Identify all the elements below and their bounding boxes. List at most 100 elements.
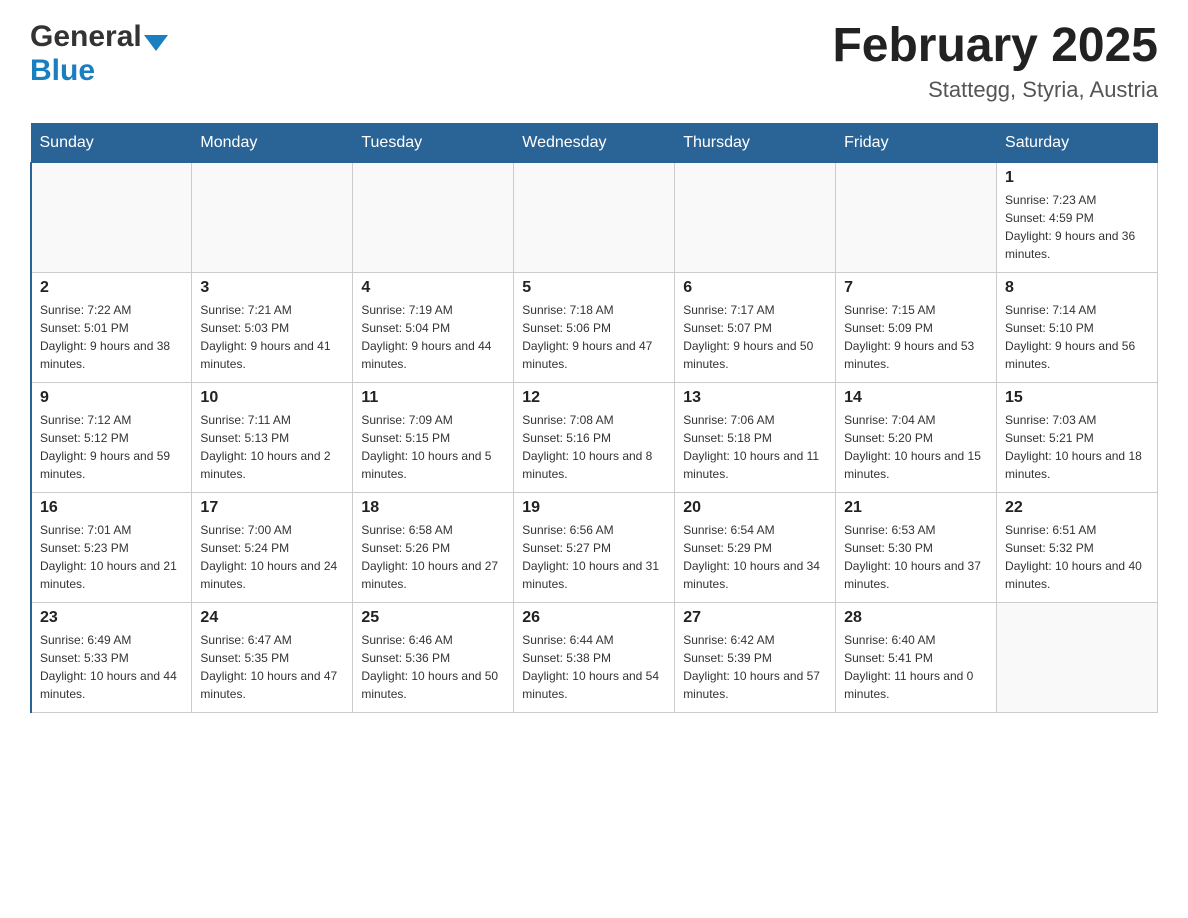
calendar-day-cell: 1 Sunrise: 7:23 AMSunset: 4:59 PMDaylight…	[997, 162, 1158, 272]
calendar-day-cell: 11Sunrise: 7:09 AMSunset: 5:15 PMDayligh…	[353, 382, 514, 492]
day-info: Sunrise: 7:03 AMSunset: 5:21 PMDaylight:…	[1005, 411, 1149, 483]
page-header: General Blue February 2025 Stattegg, Sty…	[30, 20, 1158, 103]
day-number: 27	[683, 609, 827, 627]
day-info: Sunrise: 6:40 AMSunset: 5:41 PMDaylight:…	[844, 631, 988, 703]
calendar-week-row: 1 Sunrise: 7:23 AMSunset: 4:59 PMDaylight…	[31, 162, 1158, 272]
calendar-week-row: 23Sunrise: 6:49 AMSunset: 5:33 PMDayligh…	[31, 602, 1158, 712]
day-number: 15	[1005, 389, 1149, 407]
day-info: Sunrise: 6:47 AMSunset: 5:35 PMDaylight:…	[200, 631, 344, 703]
day-number: 18	[361, 499, 505, 517]
calendar-day-cell: 8 Sunrise: 7:14 AMSunset: 5:10 PMDaylight…	[997, 272, 1158, 382]
calendar-day-cell: 5 Sunrise: 7:18 AMSunset: 5:06 PMDaylight…	[514, 272, 675, 382]
day-info: Sunrise: 7:00 AMSunset: 5:24 PMDaylight:…	[200, 521, 344, 593]
calendar-body: 1 Sunrise: 7:23 AMSunset: 4:59 PMDaylight…	[31, 162, 1158, 712]
day-number: 24	[200, 609, 344, 627]
calendar-day-cell: 18Sunrise: 6:58 AMSunset: 5:26 PMDayligh…	[353, 492, 514, 602]
calendar-day-cell: 22Sunrise: 6:51 AMSunset: 5:32 PMDayligh…	[997, 492, 1158, 602]
day-number: 16	[40, 499, 183, 517]
day-info: Sunrise: 6:56 AMSunset: 5:27 PMDaylight:…	[522, 521, 666, 593]
day-number: 14	[844, 389, 988, 407]
calendar-day-cell: 9 Sunrise: 7:12 AMSunset: 5:12 PMDaylight…	[31, 382, 192, 492]
logo-triangle-icon	[144, 35, 168, 51]
calendar-day-cell: 13 Sunrise: 7:06 AMSunset: 5:18 PMDayligh…	[675, 382, 836, 492]
calendar-day-cell: 6 Sunrise: 7:17 AMSunset: 5:07 PMDaylight…	[675, 272, 836, 382]
day-number: 9	[40, 389, 183, 407]
calendar-week-row: 2 Sunrise: 7:22 AMSunset: 5:01 PMDaylight…	[31, 272, 1158, 382]
weekday-header-tuesday: Tuesday	[353, 123, 514, 162]
day-info: Sunrise: 7:22 AMSunset: 5:01 PMDaylight:…	[40, 301, 183, 373]
calendar-day-cell: 27 Sunrise: 6:42 AMSunset: 5:39 PMDayligh…	[675, 602, 836, 712]
day-number: 17	[200, 499, 344, 517]
calendar-day-cell: 16 Sunrise: 7:01 AMSunset: 5:23 PMDayligh…	[31, 492, 192, 602]
calendar-day-cell: 15 Sunrise: 7:03 AMSunset: 5:21 PMDayligh…	[997, 382, 1158, 492]
day-number: 8	[1005, 279, 1149, 297]
day-info: Sunrise: 7:06 AMSunset: 5:18 PMDaylight:…	[683, 411, 827, 483]
calendar-day-cell: 7 Sunrise: 7:15 AMSunset: 5:09 PMDaylight…	[836, 272, 997, 382]
calendar-day-cell	[997, 602, 1158, 712]
day-number: 20	[683, 499, 827, 517]
day-info: Sunrise: 7:19 AMSunset: 5:04 PMDaylight:…	[361, 301, 505, 373]
calendar-header: SundayMondayTuesdayWednesdayThursdayFrid…	[31, 123, 1158, 162]
calendar-day-cell: 4 Sunrise: 7:19 AMSunset: 5:04 PMDaylight…	[353, 272, 514, 382]
day-info: Sunrise: 7:14 AMSunset: 5:10 PMDaylight:…	[1005, 301, 1149, 373]
calendar-day-cell	[31, 162, 192, 272]
weekday-header-monday: Monday	[192, 123, 353, 162]
calendar-day-cell: 10Sunrise: 7:11 AMSunset: 5:13 PMDayligh…	[192, 382, 353, 492]
calendar-day-cell: 21Sunrise: 6:53 AMSunset: 5:30 PMDayligh…	[836, 492, 997, 602]
calendar-day-cell: 20 Sunrise: 6:54 AMSunset: 5:29 PMDayligh…	[675, 492, 836, 602]
calendar-day-cell	[514, 162, 675, 272]
weekday-header-friday: Friday	[836, 123, 997, 162]
calendar-day-cell: 19Sunrise: 6:56 AMSunset: 5:27 PMDayligh…	[514, 492, 675, 602]
month-title: February 2025	[832, 20, 1158, 73]
day-number: 23	[40, 609, 183, 627]
day-info: Sunrise: 7:08 AMSunset: 5:16 PMDaylight:…	[522, 411, 666, 483]
calendar-day-cell: 17 Sunrise: 7:00 AMSunset: 5:24 PMDayligh…	[192, 492, 353, 602]
calendar-week-row: 9 Sunrise: 7:12 AMSunset: 5:12 PMDaylight…	[31, 382, 1158, 492]
day-number: 13	[683, 389, 827, 407]
day-number: 3	[200, 279, 344, 297]
location-title: Stattegg, Styria, Austria	[832, 77, 1158, 103]
day-number: 6	[683, 279, 827, 297]
day-number: 7	[844, 279, 988, 297]
weekday-header-wednesday: Wednesday	[514, 123, 675, 162]
calendar-day-cell: 2 Sunrise: 7:22 AMSunset: 5:01 PMDaylight…	[31, 272, 192, 382]
logo-blue-text: Blue	[30, 54, 95, 87]
calendar-week-row: 16 Sunrise: 7:01 AMSunset: 5:23 PMDayligh…	[31, 492, 1158, 602]
weekday-header-thursday: Thursday	[675, 123, 836, 162]
day-number: 25	[361, 609, 505, 627]
day-info: Sunrise: 7:18 AMSunset: 5:06 PMDaylight:…	[522, 301, 666, 373]
day-number: 28	[844, 609, 988, 627]
calendar-day-cell: 12 Sunrise: 7:08 AMSunset: 5:16 PMDayligh…	[514, 382, 675, 492]
calendar-day-cell: 3 Sunrise: 7:21 AMSunset: 5:03 PMDaylight…	[192, 272, 353, 382]
title-block: February 2025 Stattegg, Styria, Austria	[832, 20, 1158, 103]
day-info: Sunrise: 7:12 AMSunset: 5:12 PMDaylight:…	[40, 411, 183, 483]
day-info: Sunrise: 7:21 AMSunset: 5:03 PMDaylight:…	[200, 301, 344, 373]
calendar-day-cell: 25Sunrise: 6:46 AMSunset: 5:36 PMDayligh…	[353, 602, 514, 712]
day-number: 2	[40, 279, 183, 297]
day-info: Sunrise: 7:23 AMSunset: 4:59 PMDaylight:…	[1005, 191, 1149, 263]
calendar-day-cell: 24 Sunrise: 6:47 AMSunset: 5:35 PMDayligh…	[192, 602, 353, 712]
day-info: Sunrise: 6:53 AMSunset: 5:30 PMDaylight:…	[844, 521, 988, 593]
day-number: 4	[361, 279, 505, 297]
day-info: Sunrise: 7:17 AMSunset: 5:07 PMDaylight:…	[683, 301, 827, 373]
day-number: 26	[522, 609, 666, 627]
day-info: Sunrise: 7:11 AMSunset: 5:13 PMDaylight:…	[200, 411, 344, 483]
calendar-day-cell: 14 Sunrise: 7:04 AMSunset: 5:20 PMDayligh…	[836, 382, 997, 492]
day-number: 12	[522, 389, 666, 407]
day-number: 5	[522, 279, 666, 297]
day-info: Sunrise: 6:44 AMSunset: 5:38 PMDaylight:…	[522, 631, 666, 703]
calendar-day-cell	[192, 162, 353, 272]
day-info: Sunrise: 7:01 AMSunset: 5:23 PMDaylight:…	[40, 521, 183, 593]
day-number: 1	[1005, 169, 1149, 187]
day-info: Sunrise: 6:54 AMSunset: 5:29 PMDaylight:…	[683, 521, 827, 593]
calendar-day-cell	[836, 162, 997, 272]
day-info: Sunrise: 6:42 AMSunset: 5:39 PMDaylight:…	[683, 631, 827, 703]
calendar-day-cell: 23Sunrise: 6:49 AMSunset: 5:33 PMDayligh…	[31, 602, 192, 712]
calendar-day-cell: 28 Sunrise: 6:40 AMSunset: 5:41 PMDayligh…	[836, 602, 997, 712]
day-info: Sunrise: 7:04 AMSunset: 5:20 PMDaylight:…	[844, 411, 988, 483]
weekday-header-saturday: Saturday	[997, 123, 1158, 162]
calendar-day-cell	[675, 162, 836, 272]
day-number: 11	[361, 389, 505, 407]
day-info: Sunrise: 7:15 AMSunset: 5:09 PMDaylight:…	[844, 301, 988, 373]
weekday-header-sunday: Sunday	[31, 123, 192, 162]
